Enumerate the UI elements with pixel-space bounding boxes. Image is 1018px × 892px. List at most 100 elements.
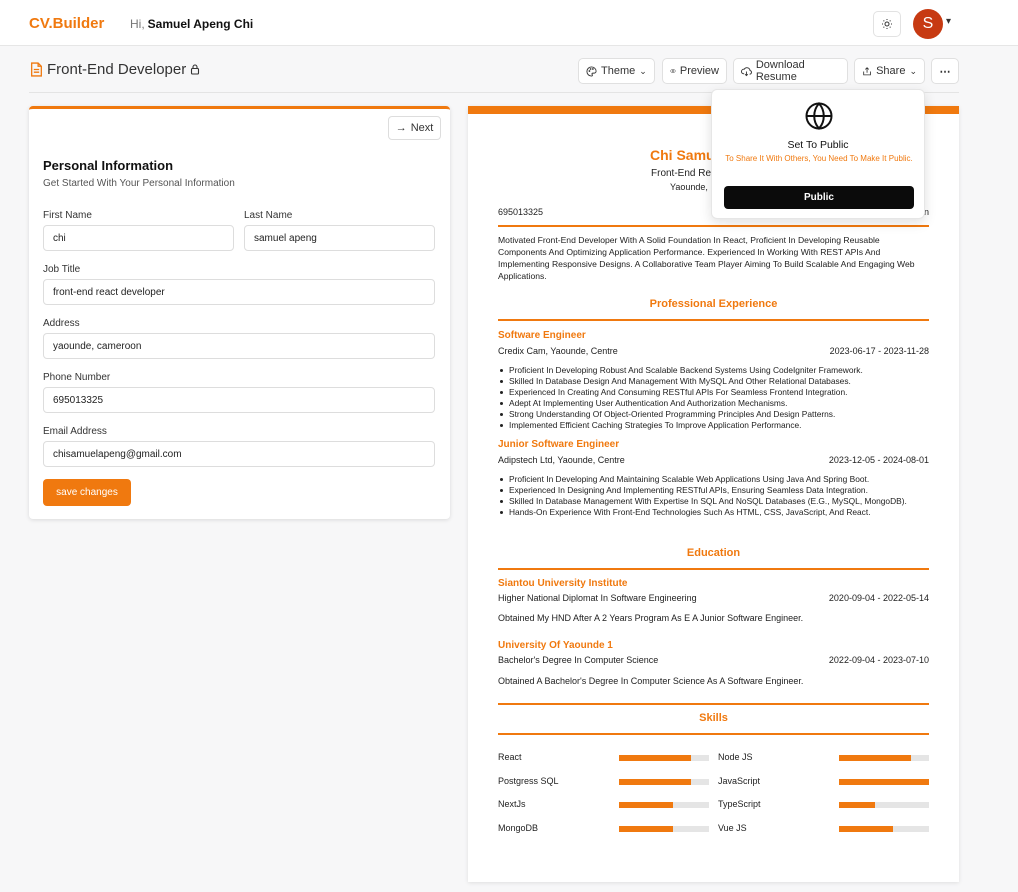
popover-title: Set To Public (787, 139, 849, 151)
download-label: Download Resume (755, 59, 805, 83)
list-item: Proficient In Developing And Maintaining… (498, 474, 933, 485)
skill-name: React (498, 752, 522, 762)
user-greeting: Hi, Samuel Apeng Chi (130, 17, 253, 31)
education-degree: Bachelor's Degree In Computer Science (498, 655, 659, 665)
document-name: Front-End Developer (47, 61, 187, 78)
education-heading: Education (686, 547, 741, 559)
chevron-down-icon: ⌄ (909, 65, 917, 76)
form-subheading: Get Started With Your Personal Informati… (43, 178, 235, 189)
skill-level-fill (839, 778, 929, 785)
palette-icon (586, 65, 597, 77)
skill-level-fill (839, 802, 875, 808)
last-name-field[interactable]: samuel apeng (244, 225, 435, 251)
divider (498, 225, 929, 227)
education-description: Obtained My HND After A 2 Years Program … (498, 613, 804, 623)
resume-job-title: Front-End Re (651, 168, 712, 179)
next-label: Next (410, 122, 434, 134)
skill-level-fill (619, 825, 673, 832)
education-school: Siantou University Institute (498, 578, 628, 589)
list-item: Skilled In Database Design And Managemen… (498, 376, 933, 387)
list-item: Adept At Implementing User Authenticatio… (498, 398, 933, 409)
sun-icon (882, 19, 892, 29)
make-public-button[interactable]: Public (724, 186, 914, 209)
job-title-label: Job Title (43, 264, 81, 275)
education-dates: 2022-09-04 - 2023-07-10 (828, 655, 929, 665)
skill-level-bar (619, 778, 709, 785)
more-icon: ⋯ (939, 65, 951, 78)
chevron-down-icon[interactable]: ▾ (946, 16, 951, 27)
document-icon (31, 62, 42, 77)
first-name-field[interactable]: chi (43, 225, 234, 251)
cloud-download-icon (741, 66, 752, 76)
experience-company: Credix Cam, Yaounde, Centre (498, 346, 618, 356)
skill-level-bar (619, 755, 709, 761)
experience-dates: 2023-06-17 - 2023-11-28 (829, 346, 929, 356)
next-button[interactable]: → Next (388, 116, 441, 140)
avatar[interactable]: S (913, 9, 943, 39)
experience-bullets: Proficient In Developing And Maintaining… (498, 474, 933, 518)
share-button[interactable]: Share ⌄ (854, 58, 925, 84)
skill-name: NextJs (498, 799, 526, 809)
preview-button[interactable]: Preview (662, 58, 727, 84)
resume-summary: Motivated Front-End Developer With A Sol… (498, 235, 915, 281)
skill-level-bar (839, 755, 929, 761)
email-field[interactable]: chisamuelapeng@gmail.com (43, 441, 435, 467)
personal-info-form: → Next Personal Information Get Started … (29, 106, 450, 519)
document-title: Front-End Developer (30, 61, 200, 78)
experience-role: Junior Software Engineer (498, 439, 620, 450)
phone-field[interactable]: 695013325 (43, 387, 435, 413)
experience-heading: Professional Experience (649, 298, 778, 310)
share-icon (863, 66, 871, 75)
address-label: Address (43, 318, 80, 329)
theme-mode-toggle[interactable] (873, 11, 901, 37)
list-item: Hands-On Experience With Front-End Techn… (498, 507, 933, 518)
email-label: Email Address (43, 426, 107, 437)
download-resume-button[interactable]: Download Resume (733, 58, 848, 84)
theme-button[interactable]: Theme ⌄ (578, 58, 655, 84)
experience-bullets: Proficient In Developing Robust And Scal… (498, 365, 933, 431)
skill-name: TypeScript (718, 799, 761, 809)
divider (498, 703, 929, 705)
theme-label: Theme (601, 65, 636, 77)
divider (498, 733, 929, 735)
divider (498, 568, 929, 570)
education-description: Obtained A Bachelor's Degree In Computer… (498, 676, 804, 686)
first-name-label: First Name (43, 210, 92, 221)
save-changes-button[interactable]: save changes (43, 479, 131, 506)
resume-phone: 695013325 (498, 207, 544, 217)
address-field[interactable]: yaounde, cameroon (43, 333, 435, 359)
app-logo[interactable]: CV.Builder (29, 15, 104, 32)
list-item: Strong Understanding Of Object-Oriented … (498, 409, 933, 420)
greeting-prefix: Hi, (130, 17, 145, 31)
form-heading: Personal Information (43, 158, 174, 173)
job-title-field[interactable]: front-end react developer (43, 279, 435, 305)
experience-role: Software Engineer (498, 330, 586, 341)
more-options-button[interactable]: ⋯ (931, 58, 959, 84)
last-name-label: Last Name (244, 210, 293, 221)
list-item: Proficient In Developing Robust And Scal… (498, 365, 933, 376)
skill-level-bar (839, 802, 929, 808)
skill-level-fill (839, 755, 911, 761)
arrow-right-icon: → (395, 122, 407, 134)
skill-level-fill (619, 802, 673, 808)
experience-company: Adipstech Ltd, Yaounde, Centre (498, 455, 625, 465)
list-item: Experienced In Designing And Implementin… (498, 485, 933, 496)
preview-label: Preview (679, 65, 719, 77)
skill-level-bar (839, 778, 929, 785)
resume-name: Chi Samu (650, 147, 715, 163)
skill-level-bar (619, 825, 709, 832)
eye-icon (670, 69, 676, 73)
divider (498, 319, 929, 321)
chevron-down-icon: ⌄ (639, 65, 647, 76)
skill-name: JavaScript (718, 775, 761, 786)
popover-description: To Share It With Others, You Need To Mak… (725, 154, 913, 163)
resume-preview: Chi Samu Front-End Re Yaounde, 695013325… (468, 106, 959, 882)
skill-level-fill (619, 778, 691, 785)
app-header: CV.Builder Hi, Samuel Apeng Chi S ▾ (0, 0, 1018, 46)
globe-icon (805, 101, 833, 131)
resume-address: Yaounde, (670, 182, 708, 192)
skill-level-fill (619, 755, 691, 761)
skill-name: Node JS (718, 752, 753, 762)
education-school: University Of Yaounde 1 (498, 640, 613, 651)
skill-name: MongoDB (498, 822, 539, 833)
